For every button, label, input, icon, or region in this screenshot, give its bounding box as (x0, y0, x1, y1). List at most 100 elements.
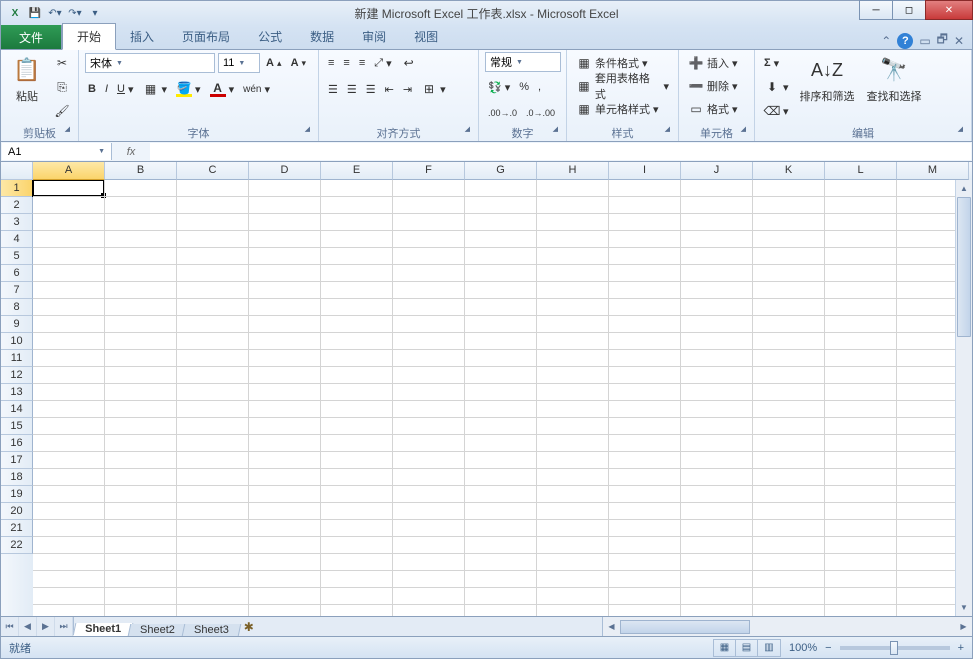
tab-file[interactable]: 文件 (1, 25, 62, 49)
row-header[interactable]: 12 (1, 367, 33, 384)
italic-button[interactable]: I (102, 78, 111, 100)
sort-filter-button[interactable]: A↓Z 排序和筛选 (796, 52, 859, 106)
row-header[interactable]: 6 (1, 265, 33, 282)
active-cell[interactable] (32, 180, 105, 197)
next-sheet-icon[interactable]: ▶ (37, 617, 55, 636)
prev-sheet-icon[interactable]: ◀ (19, 617, 37, 636)
clear-button[interactable]: ⌫▾ (761, 100, 792, 122)
underline-button[interactable]: U▾ (114, 78, 136, 100)
first-sheet-icon[interactable]: ⏮ (1, 617, 19, 636)
row-header[interactable]: 20 (1, 503, 33, 520)
increase-decimal-button[interactable]: .00→.0 (485, 102, 520, 124)
column-header[interactable]: K (753, 162, 825, 180)
font-size-combo[interactable]: 11▼ (218, 53, 260, 73)
vscroll-thumb[interactable] (957, 197, 971, 337)
currency-button[interactable]: 💱▾ (485, 76, 513, 98)
comma-button[interactable]: , (535, 76, 544, 98)
row-header[interactable]: 1 (1, 180, 33, 197)
autosum-button[interactable]: Σ▾ (761, 52, 792, 74)
bold-button[interactable]: B (85, 78, 99, 100)
fill-color-button[interactable]: 🪣▾ (173, 78, 204, 100)
cells-area[interactable] (33, 180, 972, 616)
minimize-button[interactable]: ─ (859, 0, 893, 20)
sheet-tab[interactable]: Sheet1 (73, 623, 134, 636)
decrease-indent-button[interactable]: ⇤ (382, 78, 397, 100)
page-break-view-icon[interactable]: ▥ (758, 640, 780, 656)
formula-input[interactable] (150, 143, 971, 160)
find-select-button[interactable]: 🔭 查找和选择 (863, 52, 926, 106)
redo-icon[interactable]: ↷▾ (67, 6, 83, 22)
column-header[interactable]: I (609, 162, 681, 180)
format-painter-button[interactable]: 🖌 (51, 100, 73, 122)
align-left-button[interactable]: ☰ (325, 78, 341, 100)
row-header[interactable]: 4 (1, 231, 33, 248)
shrink-font-button[interactable]: A▾ (288, 52, 310, 74)
qat-dropdown-icon[interactable]: ▾ (87, 6, 103, 22)
percent-button[interactable]: % (516, 76, 532, 98)
cell-styles-button[interactable]: ▦单元格样式▾ (573, 98, 662, 120)
zoom-in-icon[interactable]: + (958, 642, 964, 654)
decrease-decimal-button[interactable]: .0→.00 (523, 102, 558, 124)
row-header[interactable]: 8 (1, 299, 33, 316)
hscroll-thumb[interactable] (620, 620, 750, 634)
fx-icon[interactable]: fx (119, 146, 143, 158)
row-header[interactable]: 17 (1, 452, 33, 469)
sheet-tab[interactable]: Sheet3 (182, 624, 241, 636)
help-icon[interactable]: ? (897, 33, 913, 49)
tab-data[interactable]: 数据 (296, 24, 348, 49)
scroll-left-icon[interactable]: ◀ (603, 622, 620, 631)
column-header[interactable]: C (177, 162, 249, 180)
format-cells-button[interactable]: ▭格式▾ (685, 98, 741, 120)
window-close-icon[interactable]: ✕ (954, 34, 964, 48)
name-box[interactable]: A1▼ (2, 143, 112, 160)
merge-button[interactable]: ⊞▾ (418, 78, 449, 100)
column-header[interactable]: E (321, 162, 393, 180)
tab-home[interactable]: 开始 (62, 23, 116, 50)
close-button[interactable]: ✕ (925, 0, 973, 20)
font-name-combo[interactable]: 宋体▼ (85, 53, 215, 73)
window-restore-icon[interactable]: 🗗 (937, 30, 948, 51)
column-header[interactable]: F (393, 162, 465, 180)
align-top-button[interactable]: ≡ (325, 52, 337, 74)
vertical-scrollbar[interactable]: ▲ ▼ (955, 180, 972, 616)
tab-view[interactable]: 视图 (400, 24, 452, 49)
row-header[interactable]: 3 (1, 214, 33, 231)
cut-button[interactable]: ✂ (51, 52, 73, 74)
tab-review[interactable]: 审阅 (348, 24, 400, 49)
column-header[interactable]: H (537, 162, 609, 180)
column-header[interactable]: G (465, 162, 537, 180)
scroll-right-icon[interactable]: ▶ (955, 622, 972, 631)
scroll-up-icon[interactable]: ▲ (956, 180, 972, 197)
wrap-text-button[interactable]: ↩ (398, 52, 420, 74)
align-center-button[interactable]: ☰ (344, 78, 360, 100)
orientation-button[interactable]: ⤢▾ (371, 52, 394, 74)
font-color-button[interactable]: A▾ (207, 78, 238, 100)
sheet-tab[interactable]: Sheet2 (128, 624, 187, 636)
align-right-button[interactable]: ☰ (363, 78, 379, 100)
insert-cells-button[interactable]: ➕插入▾ (685, 52, 741, 74)
excel-icon[interactable]: X (7, 6, 23, 22)
row-header[interactable]: 14 (1, 401, 33, 418)
last-sheet-icon[interactable]: ⏭ (55, 617, 73, 636)
increase-indent-button[interactable]: ⇥ (400, 78, 415, 100)
scroll-down-icon[interactable]: ▼ (956, 599, 972, 616)
copy-button[interactable]: ⎘ (51, 76, 73, 98)
fill-button[interactable]: ⬇▾ (761, 76, 792, 98)
page-layout-view-icon[interactable]: ▤ (736, 640, 758, 656)
row-header[interactable]: 18 (1, 469, 33, 486)
normal-view-icon[interactable]: ▦ (714, 640, 736, 656)
tab-layout[interactable]: 页面布局 (168, 24, 244, 49)
zoom-slider[interactable] (840, 646, 950, 650)
row-header[interactable]: 2 (1, 197, 33, 214)
select-all-corner[interactable] (1, 162, 33, 180)
format-table-button[interactable]: ▦套用表格格式▾ (573, 75, 672, 97)
row-header[interactable]: 21 (1, 520, 33, 537)
row-header[interactable]: 16 (1, 435, 33, 452)
align-middle-button[interactable]: ≡ (340, 52, 352, 74)
phonetic-button[interactable]: wén▾ (240, 78, 273, 100)
save-icon[interactable]: 💾 (27, 6, 43, 22)
row-header[interactable]: 5 (1, 248, 33, 265)
zoom-out-icon[interactable]: − (825, 642, 831, 654)
tab-insert[interactable]: 插入 (116, 24, 168, 49)
tab-formulas[interactable]: 公式 (244, 24, 296, 49)
